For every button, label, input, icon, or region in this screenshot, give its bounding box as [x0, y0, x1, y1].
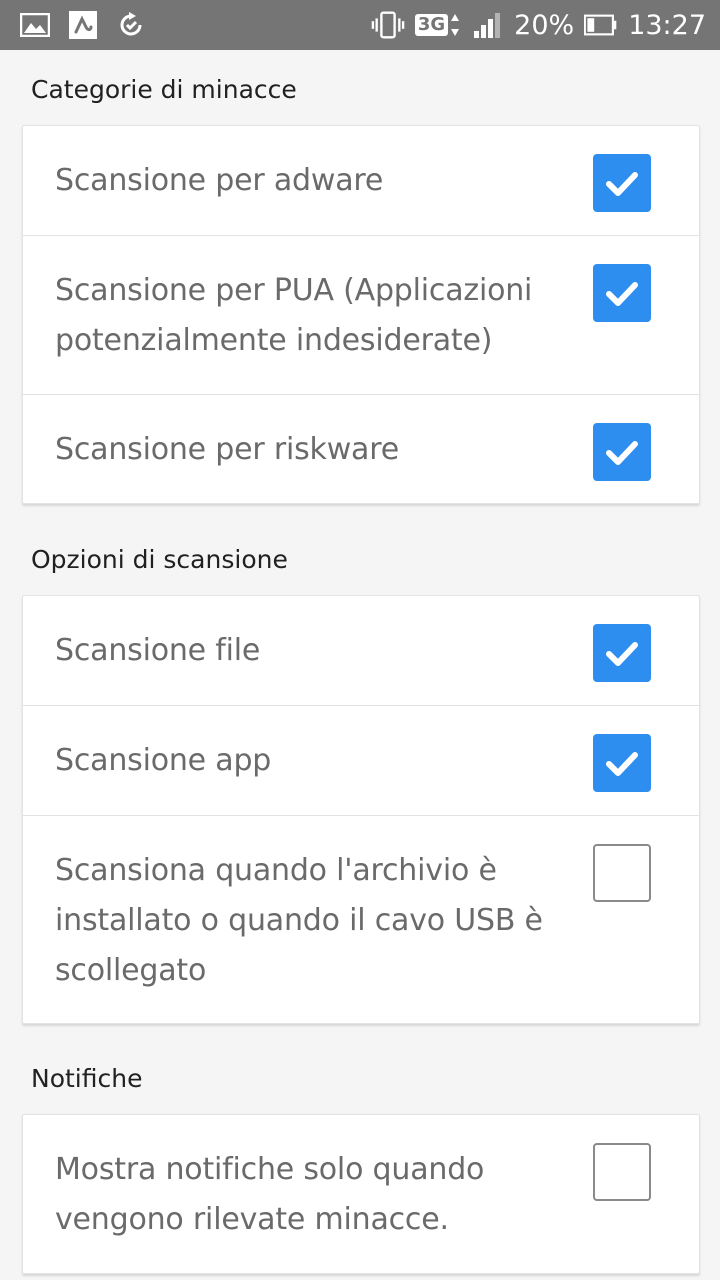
system-indicators: 3G 20% 13:27 [371, 0, 706, 50]
riskware-checkbox[interactable] [593, 423, 651, 481]
vibrate-icon [371, 10, 405, 40]
scan-on-install-checkbox[interactable] [593, 844, 651, 902]
notifications-card: Mostra notifiche solo quando vengono ril… [22, 1114, 700, 1274]
setting-row-adware[interactable]: Scansione per adware [23, 126, 699, 236]
checkmark-icon [606, 441, 638, 465]
adware-checkbox[interactable] [593, 154, 651, 212]
sync-check-icon [114, 10, 148, 40]
battery-icon [584, 10, 618, 40]
setting-row-scan-on-install[interactable]: Scansiona quando l'archivio è installato… [23, 816, 699, 1023]
pua-checkbox[interactable] [593, 264, 651, 322]
status-bar: 3G 20% 13:27 [0, 0, 720, 50]
setting-label: Scansione per riskware [55, 432, 399, 467]
setting-row-scan-apps[interactable]: Scansione app [23, 706, 699, 816]
setting-label: Scansione per PUA (Applicazioni potenzia… [55, 273, 533, 358]
checkmark-icon [606, 642, 638, 666]
scan-files-checkbox[interactable] [593, 624, 651, 682]
checkmark-icon [606, 172, 638, 196]
setting-label: Scansiona quando l'archivio è installato… [55, 853, 543, 988]
section-title-scan-options: Opzioni di scansione [31, 545, 288, 574]
clock: 13:27 [628, 9, 706, 41]
notify-threats-only-checkbox[interactable] [593, 1143, 651, 1201]
setting-label: Scansione per adware [55, 163, 384, 198]
setting-row-notify-threats-only[interactable]: Mostra notifiche solo quando vengono ril… [23, 1115, 699, 1273]
setting-label: Scansione app [55, 743, 272, 778]
network-type: 3G [414, 14, 449, 36]
image-icon [18, 10, 52, 40]
setting-row-scan-files[interactable]: Scansione file [23, 596, 699, 706]
avira-app-icon [66, 10, 100, 40]
checkmark-icon [606, 282, 638, 306]
signal-icon [470, 10, 504, 40]
notification-icons [18, 9, 148, 41]
section-title-threat-categories: Categorie di minacce [31, 75, 297, 104]
battery-percent: 20% [514, 9, 575, 41]
3g-data-icon: 3G [414, 12, 460, 38]
threat-categories-card: Scansione per adware Scansione per PUA (… [22, 125, 700, 504]
setting-label: Mostra notifiche solo quando vengono ril… [55, 1152, 485, 1237]
setting-label: Scansione file [55, 633, 261, 668]
setting-row-pua[interactable]: Scansione per PUA (Applicazioni potenzia… [23, 236, 699, 395]
scan-apps-checkbox[interactable] [593, 734, 651, 792]
scan-options-card: Scansione file Scansione app Scansiona q… [22, 595, 700, 1024]
setting-row-riskware[interactable]: Scansione per riskware [23, 395, 699, 503]
checkmark-icon [606, 752, 638, 776]
section-title-notifications: Notifiche [31, 1064, 143, 1093]
